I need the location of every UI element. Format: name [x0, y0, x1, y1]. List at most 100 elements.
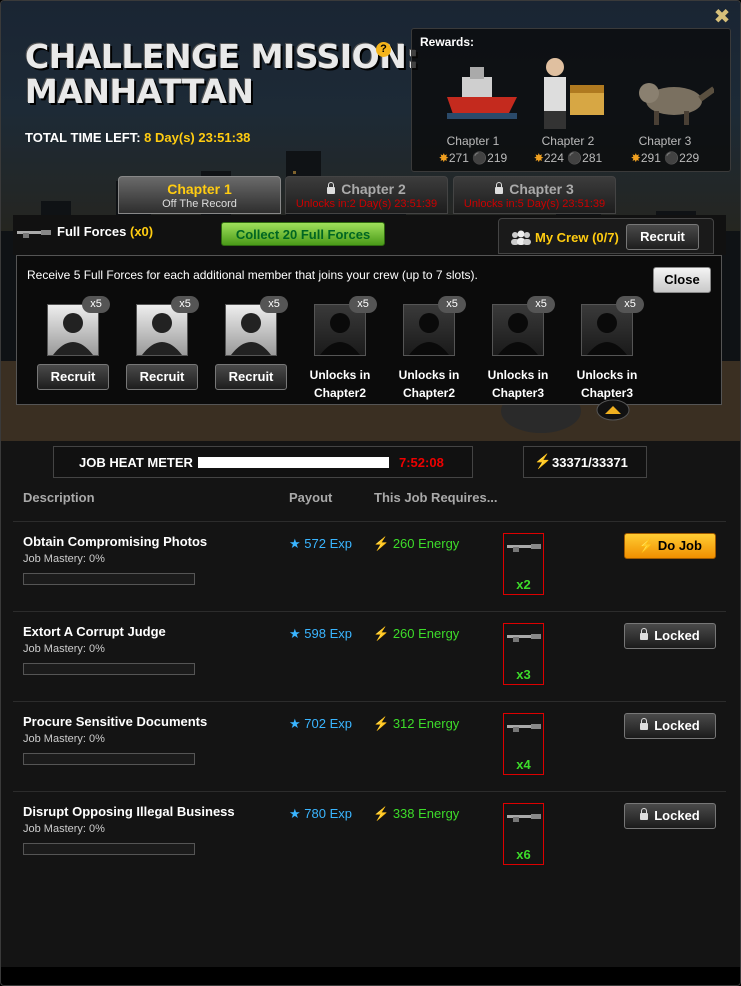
rewards-panel: Rewards: Chapter 1 ✸271 ⚫219 Chapter 2 ✸…	[411, 28, 731, 172]
close-icon[interactable]: ✖	[712, 7, 732, 27]
reward-chapter-2: Chapter 2 ✸224 ⚫281	[520, 134, 616, 165]
reward-attack: 271	[448, 151, 469, 165]
energy-icon: ⚡	[373, 536, 390, 551]
slot-recruit-button[interactable]: Recruit	[215, 364, 287, 390]
crew-panel: Receive 5 Full Forces for each additiona…	[16, 255, 722, 405]
slot-bonus-badge: x5	[349, 296, 377, 313]
lock-icon	[640, 718, 649, 731]
job-energy: 260 Energy	[392, 626, 460, 641]
defense-icon: ⚫	[664, 151, 680, 165]
job-name: Obtain Compromising Photos	[23, 534, 208, 549]
job-name: Procure Sensitive Documents	[23, 714, 208, 729]
chef-reward-image	[544, 58, 604, 129]
job-energy: 260 Energy	[392, 536, 460, 551]
energy-icon: ⚡	[638, 538, 655, 553]
page-title: CHALLENGE MISSION: MANHATTAN	[25, 37, 420, 109]
job-energy: 312 Energy	[392, 716, 460, 731]
my-crew-tab[interactable]: My Crew (0/7) Recruit	[498, 218, 714, 254]
locked-button[interactable]: Locked	[624, 713, 716, 739]
tab-subtitle: Unlocks in:2 Day(s) 23:51:39	[295, 198, 438, 210]
slot-unlock-text: Unlocks in Chapter3	[576, 368, 638, 400]
required-qty: x4	[516, 757, 531, 772]
required-item: x3	[503, 623, 544, 685]
slot-bonus-badge: x5	[616, 296, 644, 313]
time-left-value: 8 Day(s) 23:51:38	[144, 130, 251, 145]
reward-chapter-3: Chapter 3 ✸291 ⚫229	[617, 134, 713, 165]
lock-icon	[495, 181, 504, 194]
tab-subtitle: Unlocks in:5 Day(s) 23:51:39	[463, 198, 606, 210]
attack-icon: ✸	[438, 151, 449, 165]
time-left-label: TOTAL TIME LEFT:	[25, 130, 141, 145]
job-row: Obtain Compromising Photos Job Mastery: …	[13, 521, 726, 612]
exp-star-icon: ★	[289, 716, 301, 731]
time-left: TOTAL TIME LEFT: 8 Day(s) 23:51:38	[25, 130, 250, 145]
tab-chapter-3[interactable]: Chapter 3 Unlocks in:5 Day(s) 23:51:39	[453, 176, 616, 214]
rifle-icon	[507, 724, 541, 732]
rewards-label: Rewards:	[420, 35, 475, 49]
tab-chapter-1[interactable]: Chapter 1 Off The Record	[118, 176, 281, 214]
energy-icon: ⚡	[373, 716, 390, 731]
slot-bonus-badge: x5	[260, 296, 288, 313]
rifle-icon	[507, 814, 541, 822]
attack-icon: ✸	[630, 151, 641, 165]
boat-reward-image	[447, 67, 517, 119]
job-exp: 572 Exp	[304, 536, 352, 551]
job-row: Procure Sensitive Documents Job Mastery:…	[13, 701, 726, 792]
rifle-icon	[17, 230, 51, 238]
mastery-bar	[23, 753, 195, 765]
job-mastery: Job Mastery: 0%	[23, 553, 105, 565]
full-forces-count: (x0)	[129, 224, 154, 239]
raccoon-reward-image	[639, 83, 714, 125]
job-mastery: Job Mastery: 0%	[23, 733, 105, 745]
crew-icon	[511, 230, 531, 245]
slot-recruit-button[interactable]: Recruit	[126, 364, 198, 390]
locked-button[interactable]: Locked	[624, 803, 716, 829]
reward-chapter-1: Chapter 1 ✸271 ⚫219	[425, 134, 521, 165]
defense-icon: ⚫	[472, 151, 488, 165]
title-line-1: CHALLENGE MISSION:	[25, 37, 420, 76]
window-bottom-edge	[1, 967, 740, 985]
job-exp: 598 Exp	[304, 626, 352, 641]
required-item: x6	[503, 803, 544, 865]
tab-chapter-2[interactable]: Chapter 2 Unlocks in:2 Day(s) 23:51:39	[285, 176, 448, 214]
job-name: Disrupt Opposing Illegal Business	[23, 804, 235, 819]
exp-star-icon: ★	[289, 626, 301, 641]
collapse-arrow-icon[interactable]	[596, 399, 630, 421]
collect-full-forces-button[interactable]: Collect 20 Full Forces	[221, 222, 385, 246]
job-heat-meter: JOB HEAT METER 7:52:08	[53, 446, 473, 478]
energy-icon: ⚡	[373, 626, 390, 641]
slot-bonus-badge: x5	[171, 296, 199, 313]
mission-window: ✖ CHALLENGE MISSION: MANHATTAN ? TOTAL T…	[0, 0, 741, 986]
job-exp: 702 Exp	[304, 716, 352, 731]
crew-recruit-button[interactable]: Recruit	[626, 224, 699, 250]
lock-icon	[327, 181, 336, 194]
exp-star-icon: ★	[289, 806, 301, 821]
crew-message: Receive 5 Full Forces for each additiona…	[27, 268, 478, 282]
lock-icon	[640, 808, 649, 821]
reward-chapter-label: Chapter 2	[541, 134, 595, 148]
mastery-bar	[23, 573, 195, 585]
job-mastery: Job Mastery: 0%	[23, 823, 105, 835]
lock-icon	[640, 628, 649, 641]
required-qty: x2	[516, 577, 531, 592]
tab-title: Chapter 3	[509, 181, 574, 197]
slot-bonus-badge: x5	[438, 296, 466, 313]
reward-defense: 219	[487, 151, 508, 165]
mastery-bar	[23, 843, 195, 855]
slot-bonus-badge: x5	[527, 296, 555, 313]
energy-icon: ⚡	[373, 806, 390, 821]
locked-button[interactable]: Locked	[624, 623, 716, 649]
do-job-button[interactable]: ⚡ Do Job	[624, 533, 716, 559]
full-forces-label: Full Forces (x0)	[57, 224, 153, 239]
reward-defense: 229	[679, 151, 700, 165]
energy-value: 33371/33371	[552, 455, 628, 470]
full-forces-text: Full Forces	[57, 224, 127, 239]
close-button[interactable]: Close	[653, 267, 711, 293]
help-icon[interactable]: ?	[376, 42, 391, 57]
required-item: x2	[503, 533, 544, 595]
heat-meter-label: JOB HEAT METER	[79, 455, 193, 470]
heat-meter-time: 7:52:08	[399, 455, 444, 470]
job-name: Extort A Corrupt Judge	[23, 624, 166, 639]
slot-unlock-text: Unlocks in Chapter2	[309, 368, 371, 400]
slot-recruit-button[interactable]: Recruit	[37, 364, 109, 390]
